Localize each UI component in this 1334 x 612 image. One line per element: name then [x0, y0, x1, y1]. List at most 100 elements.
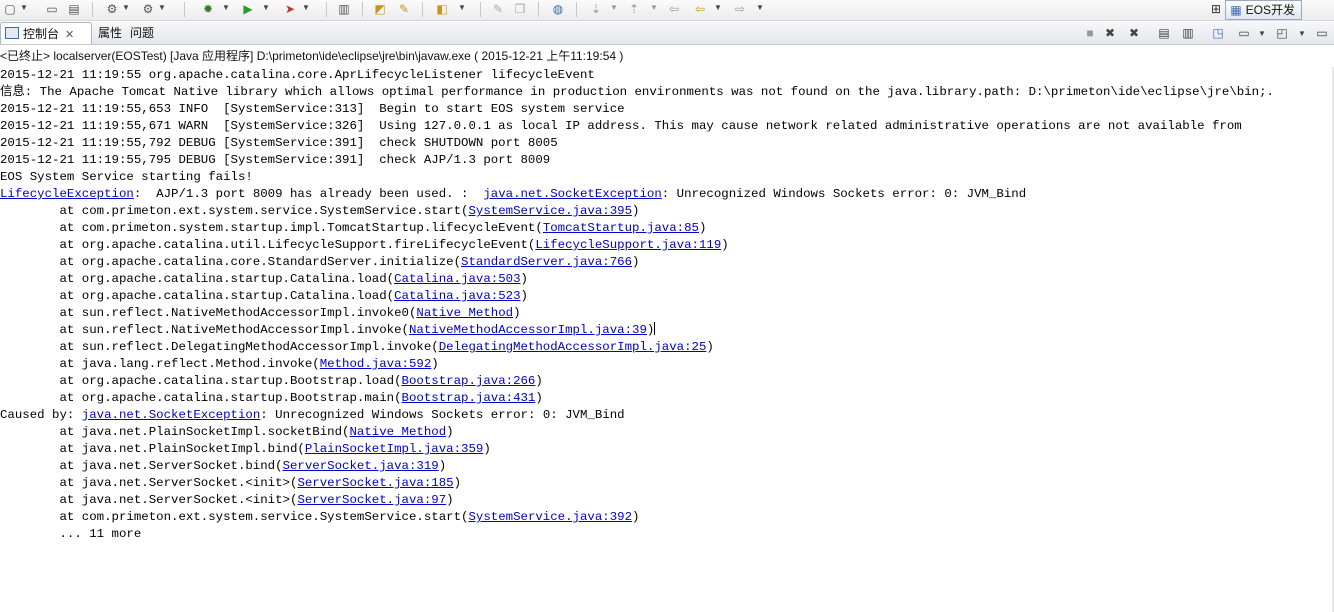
last-edit-icon[interactable]: ⇦ — [666, 1, 682, 17]
open-perspective-icon[interactable]: ⊞ — [1208, 1, 1224, 17]
stacktrace-link[interactable]: NativeMethodAccessorImpl.java:39 — [409, 323, 647, 337]
console-text: ) — [632, 204, 640, 218]
stacktrace-link[interactable]: TomcatStartup.java:85 — [543, 221, 699, 235]
console-text: 2015-12-21 11:19:55,795 DEBUG [SystemSer… — [0, 153, 551, 167]
settings-icon[interactable]: ⚙ — [140, 1, 156, 17]
pin-console-icon[interactable]: ◳ — [1210, 25, 1226, 41]
tab-properties[interactable]: 属性 — [94, 22, 126, 44]
display-selected-console-icon[interactable]: ▭ — [1236, 25, 1252, 41]
console-text: at sun.reflect.DelegatingMethodAccessorI… — [0, 340, 439, 354]
stacktrace-link[interactable]: java.net.SocketException — [82, 408, 260, 422]
console-text: at sun.reflect.NativeMethodAccessorImpl.… — [0, 306, 417, 320]
console-text: ) — [632, 510, 640, 524]
up-icon[interactable]: ⇡ — [626, 1, 642, 17]
console-text: : Unrecognized Windows Sockets error: 0:… — [260, 408, 625, 422]
external-tools-dropdown-icon[interactable]: ▼ — [302, 3, 310, 12]
back-dropdown-icon[interactable]: ▼ — [714, 3, 722, 12]
forward-dropdown-icon[interactable]: ▼ — [756, 3, 764, 12]
globe-icon[interactable]: ◍ — [550, 1, 566, 17]
stacktrace-link[interactable]: Native Method — [349, 425, 446, 439]
stacktrace-link[interactable]: LifecycleException — [0, 187, 134, 201]
console-text: ) — [721, 238, 729, 252]
new-icon[interactable]: ▢ — [2, 1, 18, 17]
tab-problems-label: 问题 — [130, 26, 155, 40]
terminate-icon[interactable]: ■ — [1082, 25, 1098, 41]
stacktrace-link[interactable]: Catalina.java:503 — [394, 272, 520, 286]
minimize-icon[interactable]: ▭ — [1314, 25, 1330, 41]
remove-launch-icon[interactable]: ✖ — [1102, 25, 1118, 41]
console-line: at java.net.PlainSocketImpl.socketBind(N… — [0, 424, 1334, 441]
console-line: at org.apache.catalina.core.StandardServ… — [0, 254, 1334, 271]
run-dropdown-icon[interactable]: ▼ — [262, 3, 270, 12]
server-dropdown-icon[interactable]: ▼ — [122, 3, 130, 12]
console-text: ) — [483, 442, 491, 456]
console-line: at java.net.PlainSocketImpl.bind(PlainSo… — [0, 441, 1334, 458]
console-line: at java.net.ServerSocket.<init>(ServerSo… — [0, 492, 1334, 509]
new-file-dropdown-icon[interactable]: ▼ — [458, 3, 466, 12]
console-text: ) — [446, 425, 454, 439]
settings-dropdown-icon[interactable]: ▼ — [158, 3, 166, 12]
wand-icon[interactable]: ✎ — [396, 1, 412, 17]
console-text: at java.lang.reflect.Method.invoke( — [0, 357, 320, 371]
close-icon[interactable]: ✕ — [65, 29, 74, 41]
stacktrace-link[interactable]: SystemService.java:392 — [468, 510, 632, 524]
debug-icon[interactable]: ✹ — [200, 1, 216, 17]
toolbar-separator — [422, 2, 423, 17]
remove-all-terminated-icon[interactable]: ✖ — [1126, 25, 1142, 41]
scroll-lock-icon[interactable]: ▥ — [1180, 25, 1196, 41]
run-icon[interactable]: ▶ — [240, 1, 256, 17]
new-dropdown-icon[interactable]: ▼ — [20, 3, 28, 12]
copy-icon[interactable]: ❐ — [512, 1, 528, 17]
tab-problems[interactable]: 问题 — [126, 22, 158, 44]
console-line: 2015-12-21 11:19:55,671 WARN [SystemServ… — [0, 118, 1334, 135]
toolbar-separator — [362, 2, 363, 17]
clear-console-icon[interactable]: ▤ — [1156, 25, 1172, 41]
display-console-dropdown-icon[interactable]: ▼ — [1254, 25, 1270, 41]
console-text: EOS System Service starting fails! — [0, 170, 253, 184]
open-console-icon[interactable]: ◰ — [1274, 25, 1290, 41]
console-line: at sun.reflect.NativeMethodAccessorImpl.… — [0, 305, 1334, 322]
console-output[interactable]: 2015-12-21 11:19:55 org.apache.catalina.… — [0, 67, 1334, 612]
console-line: at java.net.ServerSocket.<init>(ServerSo… — [0, 475, 1334, 492]
stacktrace-link[interactable]: Method.java:592 — [320, 357, 432, 371]
stacktrace-link[interactable]: ServerSocket.java:319 — [283, 459, 439, 473]
stacktrace-link[interactable]: ServerSocket.java:185 — [297, 476, 453, 490]
console-text: at com.primeton.ext.system.service.Syste… — [0, 204, 469, 218]
pencil-icon[interactable]: ✎ — [490, 1, 506, 17]
stacktrace-link[interactable]: PlainSocketImpl.java:359 — [305, 442, 483, 456]
console-text: ) — [646, 323, 655, 337]
stacktrace-link[interactable]: Bootstrap.java:431 — [402, 391, 536, 405]
back-icon[interactable]: ⇦ — [692, 1, 708, 17]
stacktrace-link[interactable]: Native Method — [416, 306, 513, 320]
up-dropdown-icon[interactable]: ▼ — [650, 3, 658, 12]
console-text: ) — [446, 493, 454, 507]
console-text: 信息: The Apache Tomcat Native library whi… — [0, 85, 1274, 99]
stacktrace-link[interactable]: StandardServer.java:766 — [461, 255, 632, 269]
open-console-dropdown-icon[interactable]: ▼ — [1294, 25, 1310, 41]
stacktrace-link[interactable]: java.net.SocketException — [483, 187, 661, 201]
console-text: at org.apache.catalina.startup.Bootstrap… — [0, 374, 402, 388]
annotation-icon[interactable]: ⇣ — [588, 1, 604, 17]
new-file-icon[interactable]: ◧ — [434, 1, 450, 17]
stacktrace-link[interactable]: DelegatingMethodAccessorImpl.java:25 — [439, 340, 707, 354]
print-icon[interactable]: ▤ — [66, 1, 82, 17]
save-icon[interactable]: ▭ — [44, 1, 60, 17]
toolbar-separator — [184, 2, 185, 17]
forward-icon[interactable]: ⇨ — [732, 1, 748, 17]
stacktrace-link[interactable]: Catalina.java:523 — [394, 289, 520, 303]
stacktrace-link[interactable]: Bootstrap.java:266 — [402, 374, 536, 388]
stacktrace-link[interactable]: SystemService.java:395 — [468, 204, 632, 218]
server-icon[interactable]: ⚙ — [104, 1, 120, 17]
console-line: 2015-12-21 11:19:55,795 DEBUG [SystemSer… — [0, 152, 1334, 169]
annotation-dropdown-icon[interactable]: ▼ — [610, 3, 618, 12]
console-text: at com.primeton.ext.system.service.Syste… — [0, 510, 469, 524]
external-tools-icon[interactable]: ➤ — [282, 1, 298, 17]
stacktrace-link[interactable]: LifecycleSupport.java:119 — [535, 238, 721, 252]
book-icon[interactable]: ▥ — [336, 1, 352, 17]
perspective-button[interactable]: ▦ EOS开发 — [1225, 0, 1302, 20]
tab-console[interactable]: 控制台 ✕ — [0, 22, 92, 44]
debug-dropdown-icon[interactable]: ▼ — [222, 3, 230, 12]
open-folder-icon[interactable]: ◩ — [372, 1, 388, 17]
console-text: at java.net.ServerSocket.<init>( — [0, 476, 298, 490]
stacktrace-link[interactable]: ServerSocket.java:97 — [297, 493, 446, 507]
